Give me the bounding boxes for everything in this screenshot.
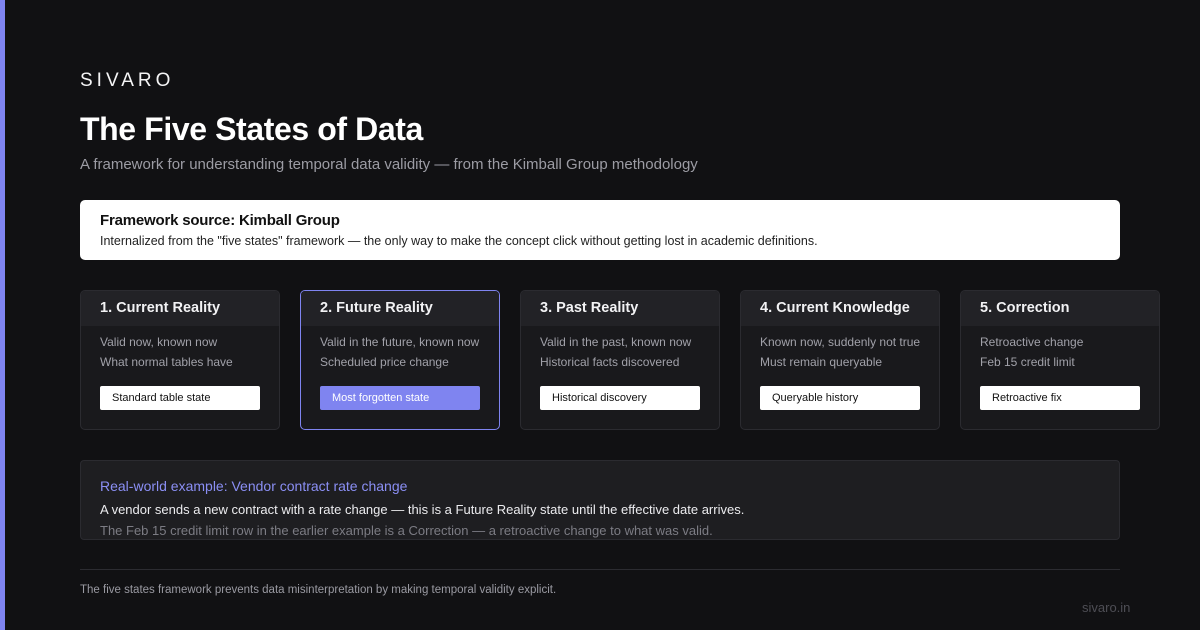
state-card-correction: 5. Correction Retroactive change Feb 15 … (960, 290, 1160, 430)
framework-source-title: Framework source: Kimball Group (100, 212, 340, 229)
state-card-tag: Historical discovery (540, 386, 700, 410)
state-card-title: 3. Past Reality (521, 291, 719, 326)
state-card-title: 5. Correction (961, 291, 1159, 326)
example-title: Real-world example: Vendor contract rate… (100, 478, 408, 494)
state-cards: 1. Current Reality Valid now, known now … (80, 290, 1160, 430)
state-card-line: Historical facts discovered (540, 355, 680, 369)
state-card-line: Valid in the past, known now (540, 335, 692, 349)
state-card-title: 1. Current Reality (81, 291, 279, 326)
state-card-current-reality: 1. Current Reality Valid now, known now … (80, 290, 280, 430)
state-card-current-knowledge: 4. Current Knowledge Known now, suddenly… (740, 290, 940, 430)
page-subtitle: A framework for understanding temporal d… (80, 156, 698, 173)
state-card-line: Scheduled price change (320, 355, 449, 369)
framework-source-description: Internalized from the "five states" fram… (100, 234, 818, 248)
state-card-future-reality: 2. Future Reality Valid in the future, k… (300, 290, 500, 430)
state-card-line: Feb 15 credit limit (980, 355, 1075, 369)
footer-site-url: sivaro.in (1082, 600, 1131, 615)
framework-source-box: Framework source: Kimball Group Internal… (80, 200, 1120, 260)
example-text: A vendor sends a new contract with a rat… (100, 502, 745, 517)
example-box: Real-world example: Vendor contract rate… (80, 460, 1120, 540)
state-card-line: Known now, suddenly not true (760, 335, 921, 349)
footer-divider (80, 569, 1120, 570)
state-card-tag: Standard table state (100, 386, 260, 410)
state-card-line: What normal tables have (100, 355, 233, 369)
state-card-title: 2. Future Reality (301, 291, 499, 326)
example-text-secondary: The Feb 15 credit limit row in the earli… (100, 523, 713, 538)
page-title: The Five States of Data (80, 111, 423, 147)
footer-note: The five states framework prevents data … (80, 584, 557, 596)
brand-logo: SIVARO (80, 70, 175, 91)
state-card-tag: Queryable history (760, 386, 920, 410)
state-card-line: Valid now, known now (100, 335, 218, 349)
state-card-title: 4. Current Knowledge (741, 291, 939, 326)
accent-bar (0, 0, 5, 630)
state-card-line: Must remain queryable (760, 355, 883, 369)
state-card-past-reality: 3. Past Reality Valid in the past, known… (520, 290, 720, 430)
state-card-tag: Most forgotten state (320, 386, 480, 410)
state-card-line: Retroactive change (980, 335, 1084, 349)
state-card-tag: Retroactive fix (980, 386, 1140, 410)
state-card-line: Valid in the future, known now (320, 335, 480, 349)
